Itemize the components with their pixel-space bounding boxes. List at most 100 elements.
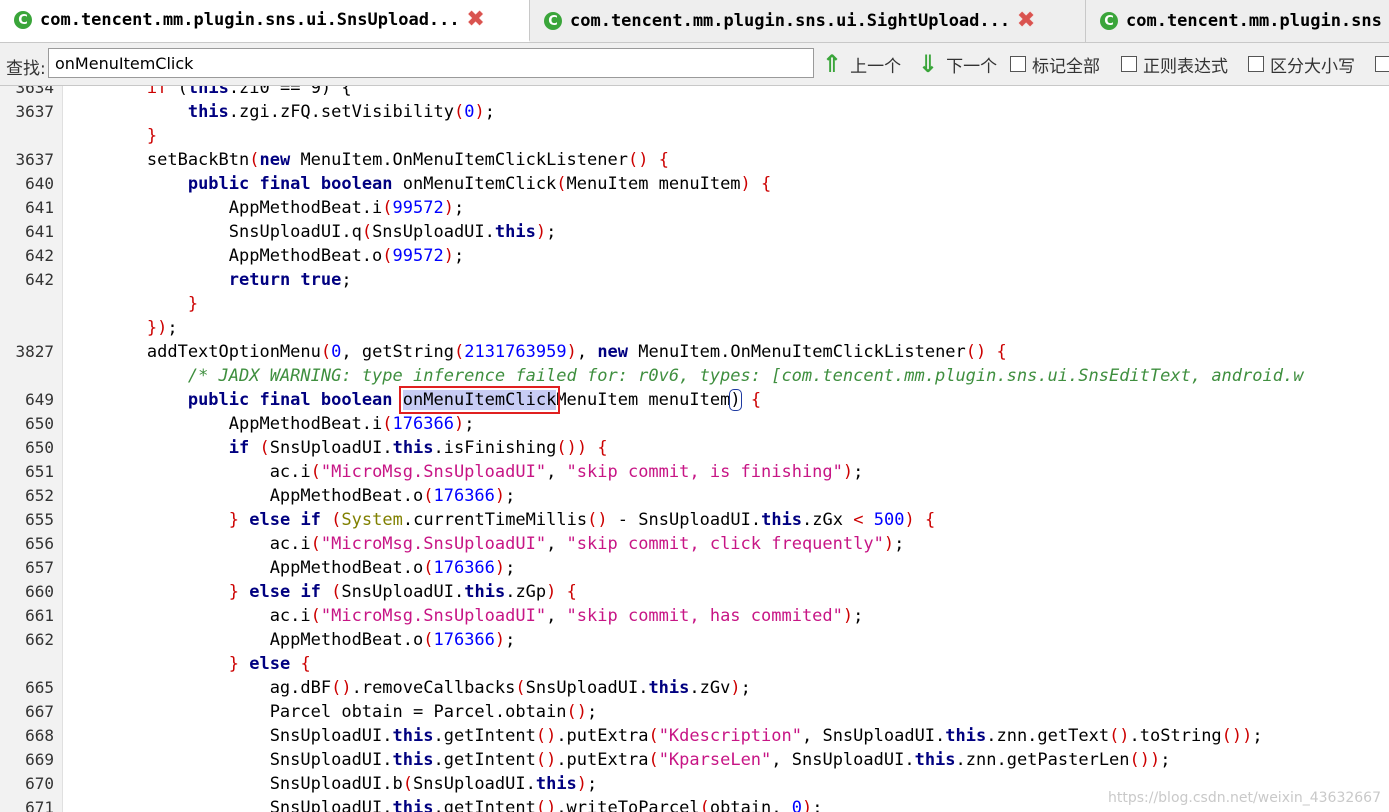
line-number: 641 [25, 198, 54, 217]
code-token: "skip commit, is finishing" [566, 462, 843, 482]
code-token: ; [1160, 750, 1171, 770]
line-number: 665 [25, 678, 54, 697]
code-token: "skip commit, click frequently" [566, 534, 884, 554]
code-line: 3634 if (this.zi0 == 9) { [0, 86, 1389, 100]
line-number: 3827 [15, 342, 54, 361]
code-line: 650 AppMethodBeat.i(176366); [0, 412, 1389, 436]
code-token: "MicroMsg.SnsUploadUI" [320, 462, 547, 482]
code-token: this [464, 582, 506, 602]
code-token: 0 [791, 798, 802, 812]
code-token: ( [259, 438, 270, 458]
code-line: 656 ac.i("MicroMsg.SnsUploadUI", "skip c… [0, 532, 1389, 556]
find-previous-button[interactable]: ⇑ 上一个 [822, 51, 901, 77]
code-token: ag.dBF [65, 678, 332, 698]
code-token: () [331, 678, 352, 698]
code-line: 660 } else if (SnsUploadUI.this.zGp) { [0, 580, 1389, 604]
code-token: this [187, 86, 229, 98]
whole-word-checkbox[interactable] [1375, 51, 1389, 77]
code-token: .toString [1129, 726, 1222, 746]
code-text: if (SnsUploadUI.this.isFinishing()) { [65, 436, 608, 460]
code-line: 652 AppMethodBeat.o(176366); [0, 484, 1389, 508]
line-number: 3637 [15, 102, 54, 121]
tab-snsuploadui[interactable]: C com.tencent.mm.plugin.sns.ui.SnsUpload… [0, 0, 530, 42]
line-number: 655 [25, 510, 54, 529]
code-token: ) [443, 198, 454, 218]
code-text: public final boolean onMenuItemClick(Men… [65, 172, 771, 196]
code-token: ) [494, 558, 506, 578]
code-token: this [535, 774, 577, 794]
code-text: SnsUploadUI.this.getIntent().writeToParc… [65, 796, 823, 812]
find-input[interactable] [48, 48, 814, 78]
line-number: 671 [25, 798, 54, 812]
mark-all-checkbox[interactable]: 标记全部 [1010, 51, 1100, 77]
code-token: ; [1252, 726, 1263, 746]
tab-sightuploadui[interactable]: C com.tencent.mm.plugin.sns.ui.SightUplo… [530, 0, 1086, 42]
code-token: ; [546, 222, 557, 242]
code-token: this [494, 222, 536, 242]
close-icon[interactable]: ✖ [466, 9, 486, 31]
code-line: 649 public final boolean onMenuItemClick… [0, 386, 1389, 414]
code-token: ) [802, 798, 813, 812]
code-line: 651 ac.i("MicroMsg.SnsUploadUI", "skip c… [0, 460, 1389, 484]
code-text: AppMethodBeat.i(176366); [65, 412, 475, 436]
code-token: , [546, 534, 567, 554]
code-line: 668 SnsUploadUI.this.getIntent().putExtr… [0, 724, 1389, 748]
code-line: 657 AppMethodBeat.o(176366); [0, 556, 1389, 580]
regex-label: 正则表达式 [1143, 56, 1228, 77]
code-token: SnsUploadUI. [269, 438, 393, 458]
code-text: /* JADX WARNING: type inference failed f… [65, 364, 1304, 388]
code-token: addTextOptionMenu [65, 342, 321, 362]
code-token: ; [453, 246, 465, 266]
code-token: () [535, 726, 557, 746]
code-token: { [597, 438, 608, 458]
code-editor[interactable]: 3634 if (this.zi0 == 9) {3637 this.zgi.z… [0, 86, 1389, 812]
code-token: .writeToParcel [556, 798, 700, 812]
code-token: AppMethodBeat.o [65, 486, 424, 506]
code-text: ac.i("MicroMsg.SnsUploadUI", "skip commi… [65, 532, 905, 556]
find-next-button[interactable]: ⇓ 下一个 [918, 51, 997, 77]
code-token: ) [729, 389, 742, 411]
find-next-label: 下一个 [946, 56, 998, 77]
tab-third[interactable]: C com.tencent.mm.plugin.sns [1086, 0, 1389, 42]
code-token: { [924, 510, 936, 530]
line-number: 662 [25, 630, 54, 649]
watermark: https://blog.csdn.net/weixin_43632667 [1107, 790, 1381, 806]
code-token: ; [587, 702, 598, 722]
code-token: SnsUploadUI. [65, 726, 393, 746]
regex-checkbox[interactable]: 正则表达式 [1121, 51, 1228, 77]
class-icon: C [1100, 12, 1118, 30]
code-token: else [249, 654, 291, 674]
line-number: 642 [25, 270, 54, 289]
tab-label: com.tencent.mm.plugin.sns.ui.SightUpload… [570, 11, 1011, 31]
checkbox-icon [1375, 56, 1389, 72]
code-token: } [146, 126, 158, 146]
code-token: } [228, 582, 240, 602]
code-token: () [1109, 726, 1130, 746]
code-token: ( [310, 534, 321, 554]
checkbox-icon [1010, 56, 1026, 72]
search-match-highlight: onMenuItemClick [398, 386, 561, 414]
code-token: , SnsUploadUI. [801, 726, 946, 746]
code-text: SnsUploadUI.b(SnsUploadUI.this); [65, 772, 598, 796]
case-sensitive-checkbox[interactable]: 区分大小写 [1248, 51, 1355, 77]
code-token: ( [249, 150, 260, 170]
code-token: else if [249, 582, 321, 602]
code-token: ) [535, 222, 547, 242]
code-text: SnsUploadUI.this.getIntent().putExtra("K… [65, 748, 1171, 772]
code-line: }); [0, 316, 1389, 340]
code-line: 3827 addTextOptionMenu(0, getString(2131… [0, 340, 1389, 364]
line-number: 650 [25, 438, 54, 457]
close-icon[interactable]: ✖ [1016, 10, 1036, 32]
code-token: ; [812, 798, 823, 812]
code-line: 640 public final boolean onMenuItemClick… [0, 172, 1389, 196]
code-line: } [0, 124, 1389, 148]
code-token: AppMethodBeat.o [65, 630, 424, 650]
